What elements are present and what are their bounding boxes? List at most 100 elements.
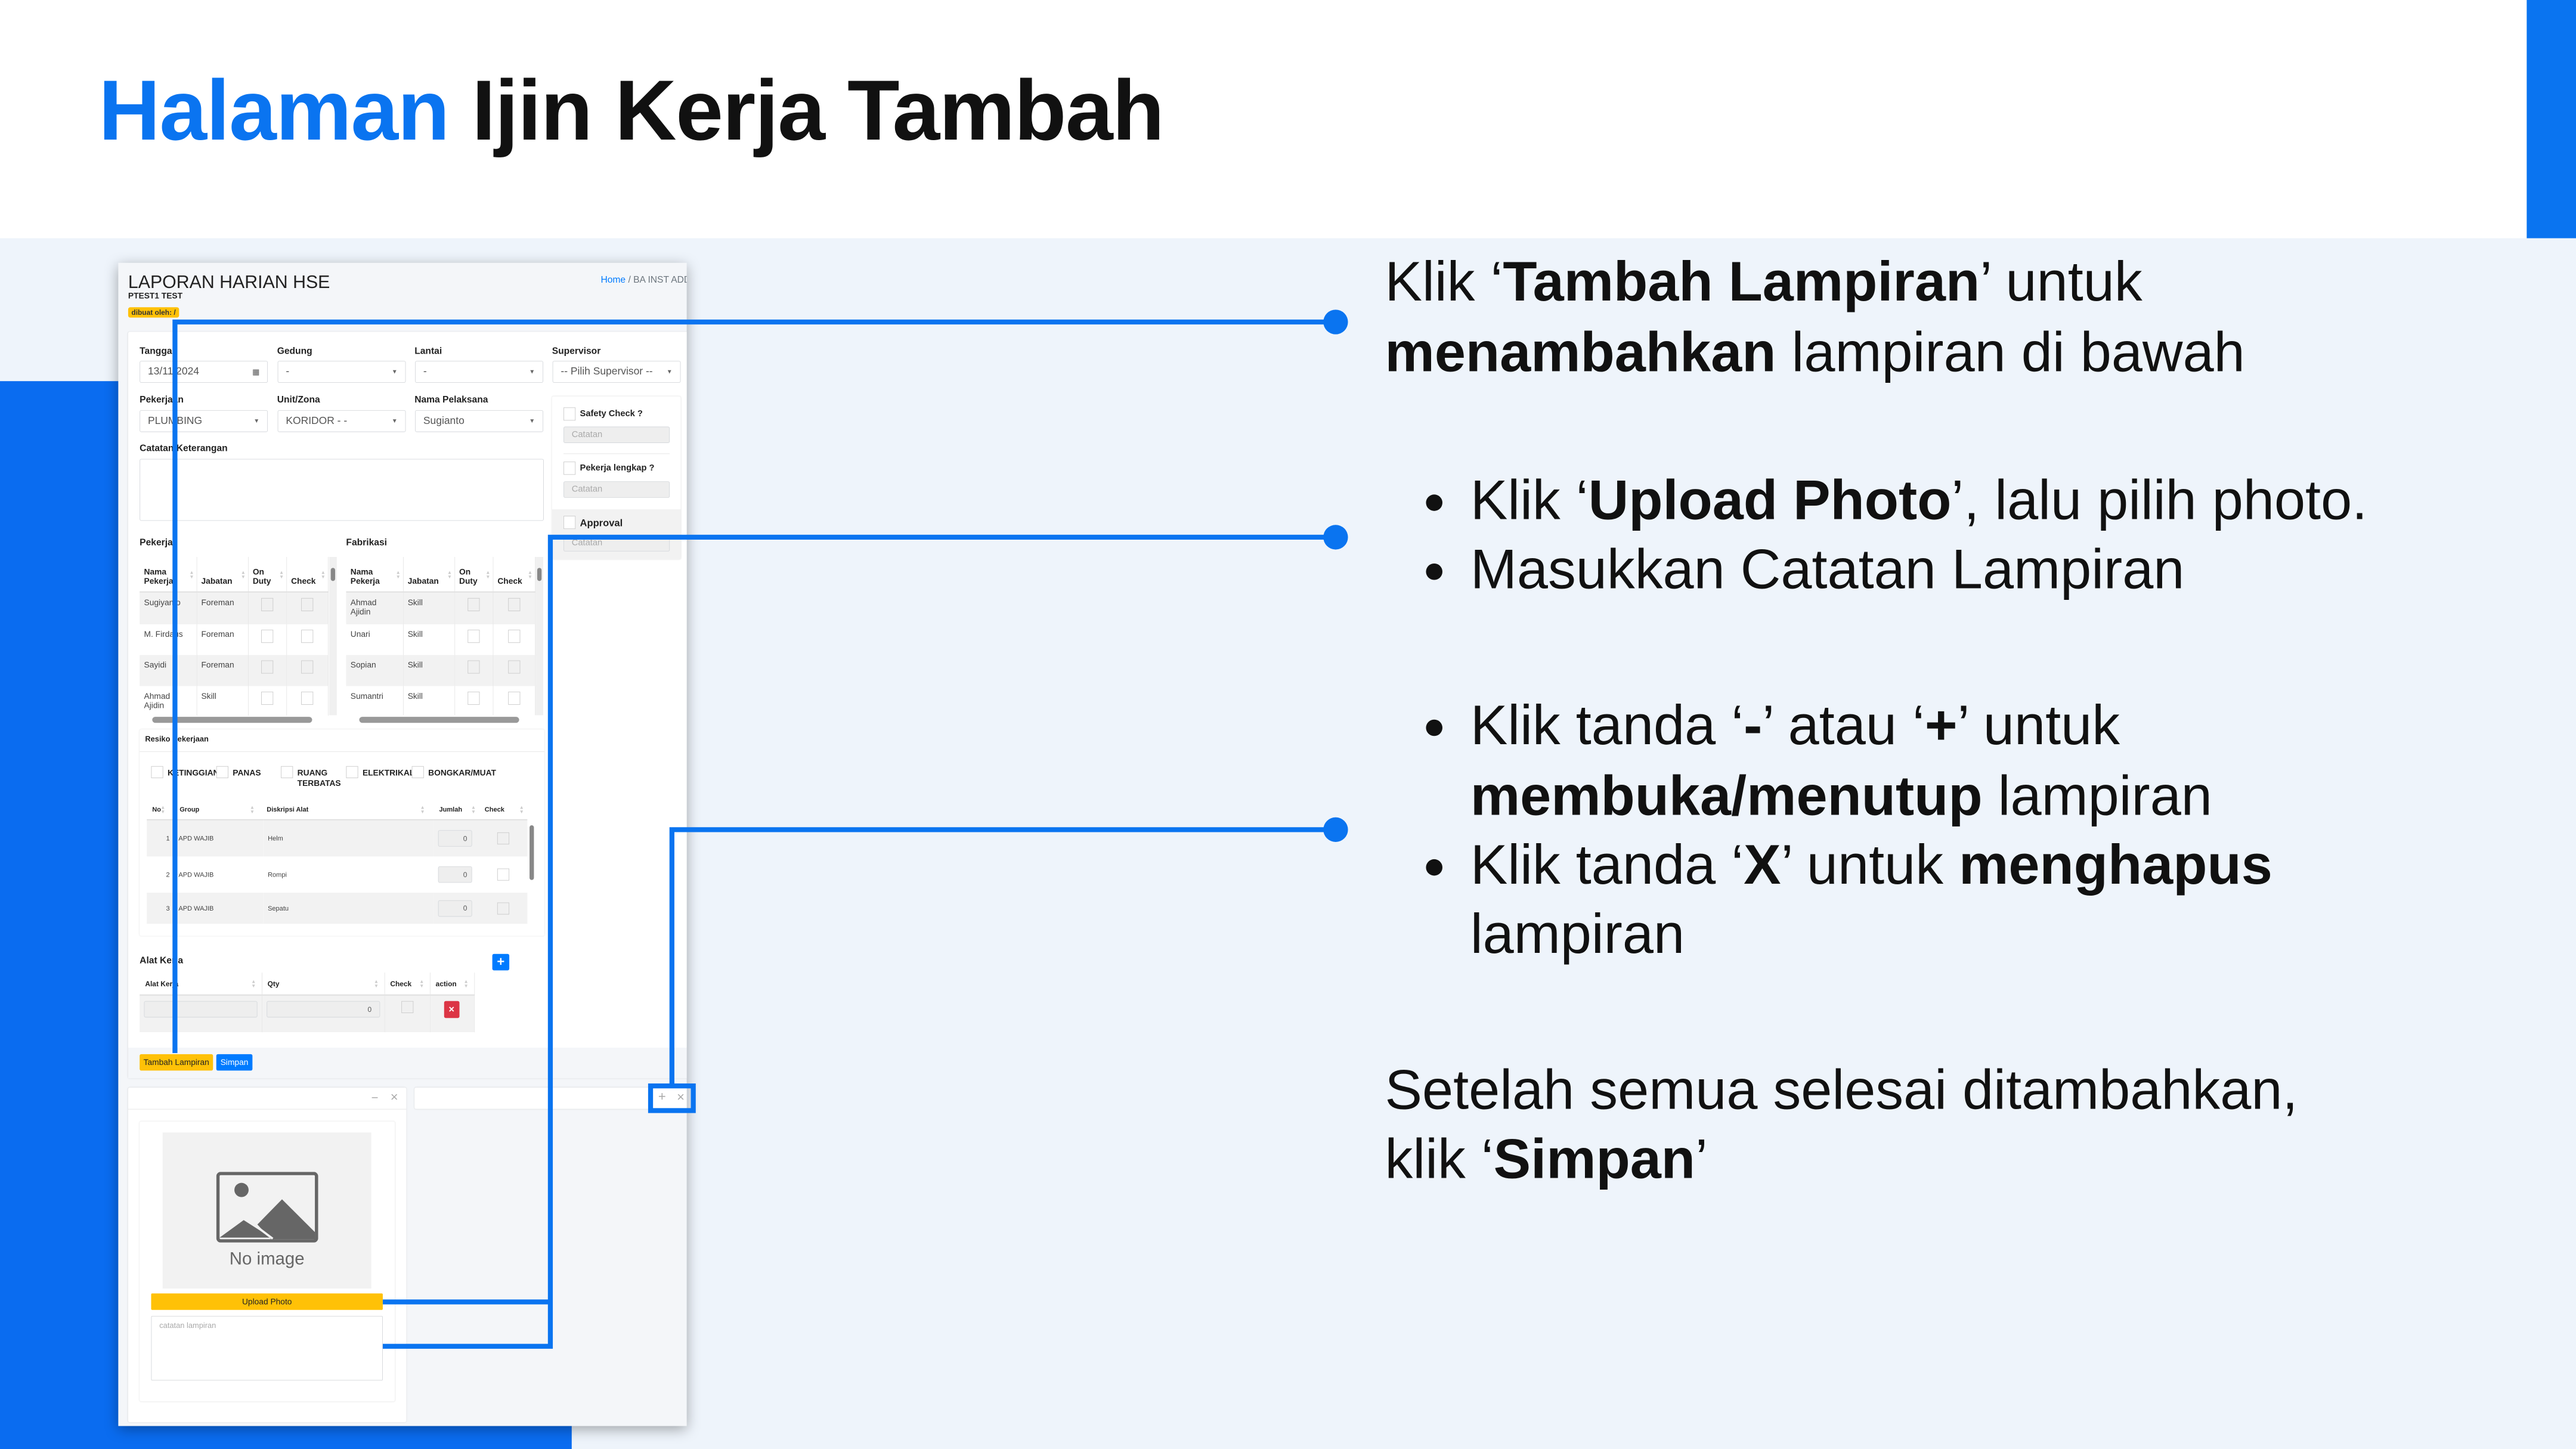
sort-icon[interactable]: ▲ ▼ — [485, 569, 490, 579]
check-checkbox[interactable] — [301, 691, 314, 705]
sort-icon[interactable]: ▲ ▼ — [251, 979, 256, 989]
check-checkbox[interactable] — [401, 1001, 413, 1013]
resiko-vertical-scrollbar[interactable] — [528, 819, 535, 924]
on-duty-checkbox[interactable] — [261, 630, 274, 643]
simpan-button[interactable]: Simpan — [216, 1054, 253, 1071]
column-header[interactable]: Diskripsi Alat ▲ ▼ — [263, 798, 434, 821]
sort-icon[interactable]: ▲ ▼ — [189, 569, 194, 579]
check-checkbox[interactable] — [507, 597, 520, 611]
column-header[interactable]: Check ▲ ▼ — [479, 798, 528, 821]
tanggal-input[interactable]: 13/11/2024 ▦ — [140, 361, 268, 383]
column-header-label: Nama Pekerja — [144, 567, 174, 586]
alat-kerja-input[interactable] — [144, 1001, 258, 1018]
pekerja-vertical-scrollbar[interactable] — [329, 556, 337, 716]
check-checkbox[interactable] — [507, 691, 520, 705]
nama-pelaksana-select[interactable]: Sugianto ▼ — [415, 410, 544, 432]
resiko-option-checkbox[interactable] — [151, 766, 163, 778]
sort-icon[interactable]: ▲ ▼ — [420, 804, 425, 814]
sort-icon[interactable]: ▲ ▼ — [396, 569, 401, 579]
column-header[interactable]: On Duty ▲ ▼ — [454, 556, 493, 593]
column-header[interactable]: Jumlah ▲ ▼ — [434, 798, 479, 821]
jumlah-input[interactable]: 0 — [438, 830, 472, 847]
on-duty-checkbox[interactable] — [467, 660, 480, 674]
close-icon[interactable]: × — [677, 1090, 685, 1106]
sort-icon[interactable]: ▲ ▼ — [463, 979, 468, 989]
pekerja-lengkap-note[interactable]: Catatan — [563, 481, 670, 498]
sort-icon[interactable]: ▲ ▼ — [250, 804, 255, 814]
add-alat-kerja-button[interactable]: + — [492, 953, 510, 971]
on-duty-checkbox[interactable] — [261, 691, 274, 705]
column-header[interactable]: Check ▲ ▼ — [493, 556, 535, 593]
sort-icon[interactable]: ▲ ▼ — [519, 804, 524, 814]
column-header[interactable]: Qty ▲ ▼ — [261, 973, 385, 996]
check-checkbox[interactable] — [497, 868, 510, 881]
pekerjaan-select[interactable]: PLUMBING ▼ — [140, 410, 268, 432]
column-header[interactable]: On Duty ▲ ▼ — [248, 556, 287, 593]
sort-icon[interactable]: ▲ ▼ — [419, 979, 424, 989]
delete-row-button[interactable]: × — [444, 1001, 460, 1018]
instruction-line: lampiran — [1470, 900, 1685, 970]
check-cell — [286, 686, 329, 716]
safety-check-note[interactable]: Catatan — [563, 426, 670, 443]
resiko-option-checkbox[interactable] — [281, 766, 293, 778]
calendar-icon[interactable]: ▦ — [252, 367, 259, 377]
catatan-lampiran-textarea[interactable]: catatan lampiran — [151, 1315, 383, 1381]
resiko-option-checkbox[interactable] — [346, 766, 358, 778]
close-icon[interactable]: × — [391, 1090, 398, 1106]
check-checkbox[interactable] — [301, 630, 314, 643]
column-header[interactable]: Check ▲ ▼ — [286, 556, 329, 593]
supervisor-select[interactable]: -- Pilih Supervisor -- ▼ — [552, 361, 681, 383]
sort-icon[interactable]: ▲ ▼ — [321, 569, 326, 579]
fabrikasi-horizontal-scrollbar[interactable] — [359, 717, 519, 723]
breadcrumb-home[interactable]: Home — [600, 274, 626, 284]
expand-icon[interactable]: + — [658, 1089, 666, 1105]
resiko-option-checkbox[interactable] — [216, 766, 228, 778]
check-checkbox[interactable] — [497, 832, 510, 845]
safety-check-checkbox[interactable] — [563, 407, 576, 421]
pekerja-horizontal-scrollbar[interactable] — [152, 717, 312, 723]
upload-photo-button[interactable]: Upload Photo — [151, 1293, 383, 1310]
resiko-option-checkbox[interactable] — [411, 766, 424, 778]
tambah-lampiran-button[interactable]: Tambah Lampiran — [140, 1054, 213, 1071]
column-header[interactable]: Group ▲ ▼ — [174, 798, 264, 821]
check-checkbox[interactable] — [497, 902, 510, 915]
sort-icon[interactable]: ▲ ▼ — [279, 569, 284, 579]
sort-icon[interactable]: ▲ ▼ — [528, 569, 532, 579]
check-checkbox[interactable] — [507, 630, 520, 643]
column-header[interactable]: Alat Kerja ▲ ▼ — [140, 973, 262, 996]
catatan-keterangan-textarea[interactable] — [140, 459, 544, 521]
qty-input[interactable]: 0 — [266, 1001, 380, 1018]
column-header[interactable]: Jabatan ▲ ▼ — [196, 556, 249, 593]
gedung-select[interactable]: - ▼ — [277, 361, 406, 383]
approval-checkbox[interactable] — [563, 516, 576, 530]
sort-icon[interactable]: ▲ ▼ — [447, 569, 452, 579]
sort-icon[interactable]: ▲ ▼ — [374, 979, 379, 989]
column-header[interactable]: Jabatan ▲ ▼ — [402, 556, 455, 593]
on-duty-cell — [248, 624, 287, 655]
minimize-icon[interactable]: − — [371, 1091, 379, 1105]
on-duty-checkbox[interactable] — [467, 630, 480, 643]
check-checkbox[interactable] — [507, 660, 520, 674]
check-checkbox[interactable] — [301, 597, 314, 611]
column-header[interactable]: Nama Pekerja ▲ ▼ — [346, 556, 404, 593]
check-checkbox[interactable] — [301, 660, 314, 674]
approval-note[interactable]: Catatan — [563, 535, 670, 552]
sort-icon[interactable]: ▲ ▼ — [471, 804, 476, 814]
sort-icon[interactable]: ▲ ▼ — [241, 569, 246, 579]
instruction-emphasis: Simpan — [1493, 1128, 1696, 1191]
jumlah-input[interactable]: 0 — [438, 900, 472, 917]
lantai-select[interactable]: - ▼ — [415, 361, 544, 383]
sort-icon[interactable]: ▲ ▼ — [160, 804, 165, 814]
on-duty-checkbox[interactable] — [467, 691, 480, 705]
pekerja-lengkap-checkbox[interactable] — [563, 462, 576, 475]
on-duty-checkbox[interactable] — [261, 660, 274, 674]
on-duty-checkbox[interactable] — [261, 597, 274, 611]
column-header[interactable]: action ▲ ▼ — [429, 973, 475, 996]
jumlah-input[interactable]: 0 — [438, 866, 472, 883]
unit-zona-select[interactable]: KORIDOR - - ▼ — [277, 410, 406, 432]
on-duty-checkbox[interactable] — [467, 597, 480, 611]
column-header[interactable]: Check ▲ ▼ — [384, 973, 431, 996]
column-header[interactable]: No ▲ ▼ — [147, 798, 175, 821]
column-header[interactable]: Nama Pekerja ▲ ▼ — [140, 556, 197, 593]
fabrikasi-vertical-scrollbar[interactable] — [535, 556, 544, 716]
